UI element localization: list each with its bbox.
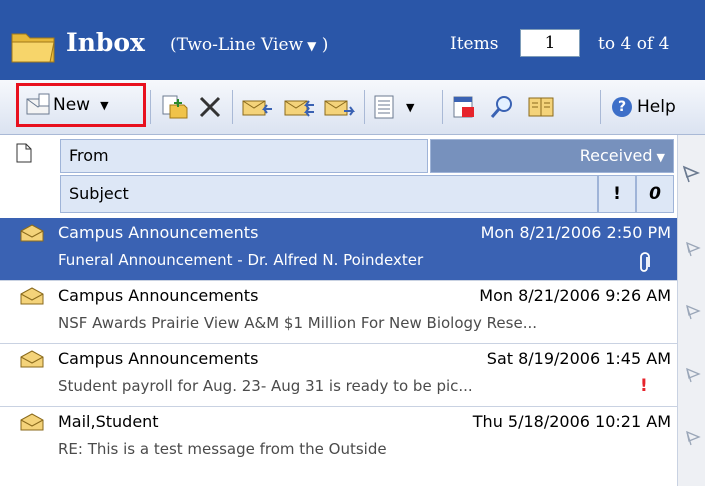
chevron-down-icon: ▼: [307, 39, 317, 53]
received-label: Received: [579, 146, 653, 165]
message-subject: Funeral Announcement - Dr. Alfred N. Poi…: [58, 251, 424, 269]
message-received: Sat 8/19/2006 1:45 AM: [486, 349, 671, 368]
move-to-folder-button[interactable]: [160, 90, 190, 124]
folder-title: Inbox: [66, 28, 145, 57]
help-icon: ?: [612, 97, 632, 117]
message-sender: Campus Announcements: [58, 349, 259, 368]
item-index-input[interactable]: [520, 29, 580, 57]
forward-button[interactable]: [322, 90, 356, 124]
reply-all-icon: [284, 100, 314, 117]
view-mode-label: (Two-Line View: [170, 35, 304, 55]
toolbar: New ▼ ▼ ? Help: [0, 80, 705, 135]
check-names-icon: [453, 96, 474, 118]
delete-button[interactable]: [196, 90, 224, 124]
find-button[interactable]: [488, 90, 516, 124]
toolbar-divider: [232, 90, 233, 124]
help-label: Help: [637, 97, 676, 117]
flag-icon[interactable]: [684, 429, 702, 447]
address-book-icon: [528, 97, 554, 117]
message-row[interactable]: Campus Announcements Mon 8/21/2006 2:50 …: [0, 218, 677, 281]
new-button[interactable]: New ▼: [16, 83, 146, 127]
delete-icon: [199, 96, 221, 118]
subject-column-header[interactable]: Subject: [60, 175, 598, 213]
message-row[interactable]: Mail,Student Thu 5/18/2006 10:21 AM RE: …: [0, 407, 677, 469]
chevron-down-icon: ▼: [100, 98, 109, 112]
envelope-open-icon: [20, 287, 44, 305]
message-subject: NSF Awards Prairie View A&M $1 Million F…: [58, 314, 538, 332]
find-icon: [490, 96, 512, 118]
envelope-open-icon: [20, 350, 44, 368]
reply-button[interactable]: [240, 90, 274, 124]
forward-icon: [324, 100, 355, 116]
flag-icon[interactable]: [684, 303, 702, 321]
reply-all-button[interactable]: [282, 90, 316, 124]
toolbar-divider: [442, 90, 443, 124]
new-message-icon: [26, 93, 50, 115]
items-label: Items: [450, 34, 499, 54]
flag-icon[interactable]: [684, 366, 702, 384]
chevron-down-icon: ▼: [406, 100, 415, 114]
flag-icon[interactable]: [681, 164, 701, 184]
attachment-column-header[interactable]: 0: [636, 175, 674, 213]
move-to-folder-icon: [162, 95, 188, 119]
toolbar-divider: [364, 90, 365, 124]
message-received: Mon 8/21/2006 2:50 PM: [480, 223, 671, 242]
message-sender: Mail,Student: [58, 412, 159, 431]
view-selector[interactable]: (Two-Line View ▼ ): [170, 33, 328, 58]
document-icon: [16, 143, 32, 163]
high-importance-icon: !: [640, 376, 648, 396]
view-mode-close: ): [321, 35, 329, 55]
help-button[interactable]: ? Help: [612, 90, 676, 124]
flag-icon[interactable]: [684, 240, 702, 258]
items-range: to 4 of 4: [598, 34, 670, 54]
message-sender: Campus Announcements: [58, 286, 259, 305]
reply-icon: [242, 100, 272, 116]
importance-column-header[interactable]: !: [598, 175, 636, 213]
title-bar: Inbox (Two-Line View▼ ) Items to 4 of 4: [0, 0, 705, 80]
view-options-icon: [374, 95, 394, 119]
view-options-button[interactable]: ▼: [372, 90, 414, 124]
check-names-button[interactable]: [450, 90, 478, 124]
message-received: Mon 8/21/2006 9:26 AM: [479, 286, 671, 305]
message-subject: RE: This is a test message from the Outs…: [58, 440, 387, 458]
new-label: New: [53, 95, 91, 115]
message-row[interactable]: Campus Announcements Sat 8/19/2006 1:45 …: [0, 344, 677, 407]
received-column-header[interactable]: Received ▼: [430, 139, 674, 173]
paperclip-icon: [640, 252, 650, 272]
toolbar-divider: [150, 90, 151, 124]
envelope-open-icon: [20, 413, 44, 431]
address-book-button[interactable]: [526, 90, 556, 124]
message-sender: Campus Announcements: [58, 223, 259, 242]
message-row[interactable]: Campus Announcements Mon 8/21/2006 9:26 …: [0, 281, 677, 344]
column-header: From Received ▼ Subject ! 0: [0, 135, 677, 217]
toolbar-divider: [600, 90, 601, 124]
envelope-open-icon: [20, 224, 44, 242]
message-received: Thu 5/18/2006 10:21 AM: [472, 412, 671, 431]
folder-icon: [11, 33, 55, 63]
message-subject: Student payroll for Aug. 23- Aug 31 is r…: [58, 377, 473, 395]
from-column-header[interactable]: From: [60, 139, 428, 173]
sort-descending-icon: ▼: [656, 151, 665, 164]
